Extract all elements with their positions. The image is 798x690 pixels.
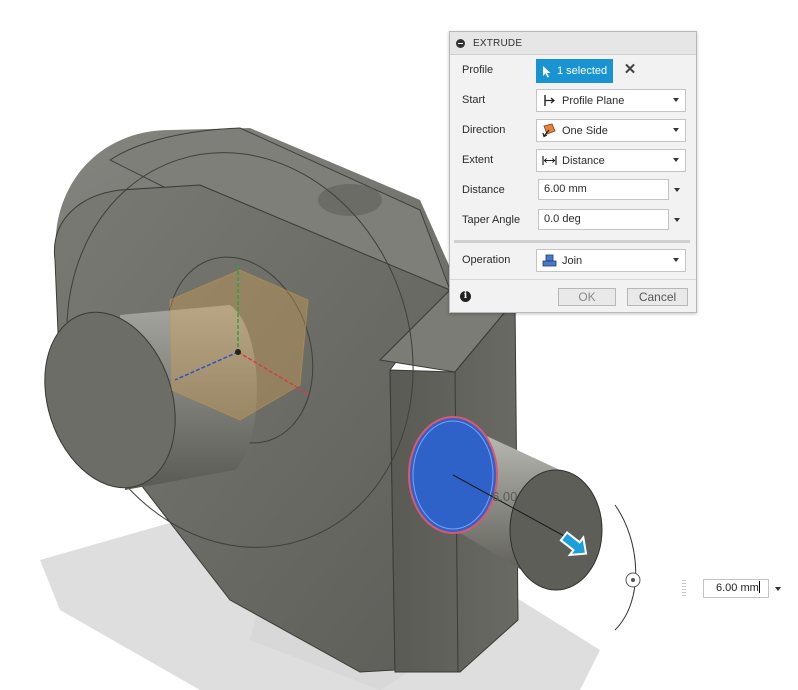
chevron-down-icon [673,258,679,262]
chevron-down-icon [673,128,679,132]
canvas-distance-input[interactable]: 6.00 mm [703,579,769,598]
taper-angle-row: Taper Angle 0.0 deg [450,206,696,236]
join-icon [542,253,557,268]
extent-label: Extent [462,154,494,166]
ok-button[interactable]: OK [558,288,616,306]
extrude-end-face [509,469,603,591]
distance-input[interactable]: 6.00 mm [538,179,669,200]
distance-row: Distance 6.00 mm [450,176,696,206]
one-side-icon [542,123,557,138]
operation-row: Operation Join [450,246,696,276]
angle-manipulator-arc [614,504,637,631]
rear-boss [318,184,382,216]
extent-row: Extent Distance [450,146,696,176]
profile-selection-button[interactable]: 1 selected [536,59,613,83]
chevron-down-icon[interactable] [775,587,781,591]
start-row: Start Profile Plane [450,86,696,116]
collapse-icon[interactable] [456,38,465,48]
distance-options-icon[interactable] [674,188,680,192]
operation-value: Join [562,254,583,267]
taper-options-icon[interactable] [674,218,680,222]
info-icon[interactable]: i [460,291,471,302]
dialog-title: EXTRUDE [473,37,523,49]
start-label: Start [462,94,486,106]
chevron-down-icon [673,158,679,162]
profile-label: Profile [462,64,494,76]
profile-row: Profile 1 selected ✕ [450,56,696,86]
section-divider [454,240,690,243]
clear-selection-icon[interactable]: ✕ [622,59,638,81]
text-cursor [758,581,760,593]
direction-value: One Side [562,124,608,137]
chevron-down-icon [673,98,679,102]
canvas-distance-value: 6.00 mm [716,582,759,594]
dimension-label: 6.00 [492,489,517,504]
profile-selection-label: 1 selected [557,65,608,77]
angle-manipulator-handle-icon[interactable] [625,572,641,588]
profile-plane-icon [542,93,557,108]
cancel-button[interactable]: Cancel [627,288,688,306]
operation-label: Operation [462,254,511,266]
taper-angle-input[interactable]: 0.0 deg [538,209,669,230]
operation-dropdown[interactable]: Join [536,249,686,272]
cursor-arrow-icon [543,65,551,77]
canvas-distance-input-group: 6.00 mm [682,579,786,599]
extent-value: Distance [562,154,605,167]
start-dropdown[interactable]: Profile Plane [536,89,686,112]
direction-dropdown[interactable]: One Side [536,119,686,142]
origin-point [235,349,241,355]
extent-dropdown[interactable]: Distance [536,149,686,172]
footer-divider [450,279,696,280]
extrude-dialog: EXTRUDE Profile 1 selected ✕ Start Profi… [449,31,697,313]
distance-icon [542,153,557,168]
direction-row: Direction One Side [450,116,696,146]
taper-angle-label: Taper Angle [462,214,521,226]
start-value: Profile Plane [562,94,625,107]
dialog-header[interactable]: EXTRUDE [450,32,696,55]
distance-label: Distance [462,184,505,196]
drag-grip-icon[interactable] [682,580,686,597]
direction-label: Direction [462,124,506,136]
